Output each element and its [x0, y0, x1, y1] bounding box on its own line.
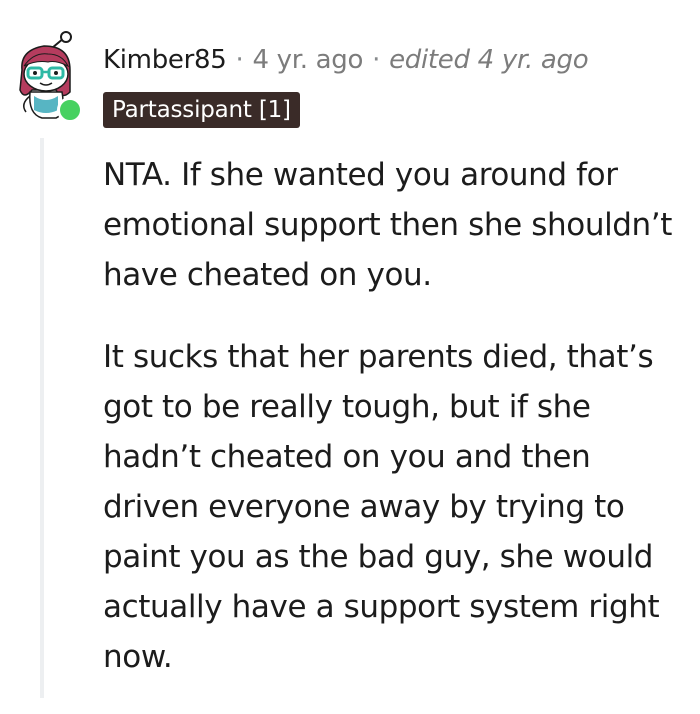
comment-body: NTA. If she wanted you around for emotio… — [103, 150, 693, 714]
comment: Kimber85 · 4 yr. ago · edited 4 yr. ago … — [0, 0, 700, 698]
meta-separator: · — [235, 45, 244, 75]
meta-separator: · — [372, 45, 381, 75]
user-flair: Partassipant [1] — [103, 92, 300, 128]
comment-paragraph: NTA. If she wanted you around for emotio… — [103, 157, 673, 293]
thread-line[interactable] — [40, 138, 44, 698]
online-status-icon — [57, 97, 83, 123]
edited-timestamp: edited 4 yr. ago — [389, 45, 589, 75]
comment-paragraph: It sucks that her parents died, that’s g… — [103, 339, 660, 675]
comment-meta: Kimber85 · 4 yr. ago · edited 4 yr. ago — [103, 40, 589, 80]
comment-timestamp[interactable]: 4 yr. ago — [252, 45, 363, 75]
author-username[interactable]: Kimber85 — [103, 45, 227, 75]
